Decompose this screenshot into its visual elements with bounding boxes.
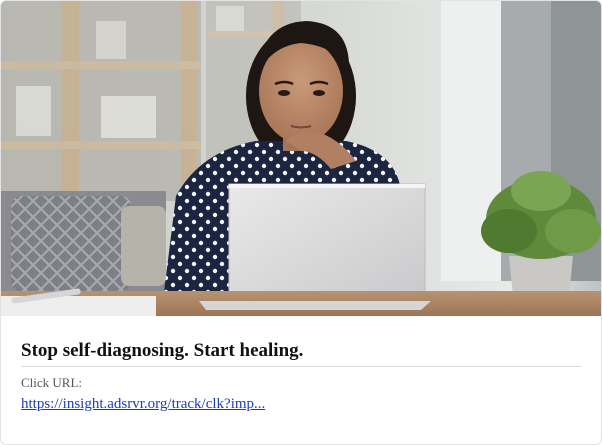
- ad-body: Stop self-diagnosing. Start healing. Cli…: [21, 340, 581, 413]
- click-url-label: Click URL:: [21, 375, 83, 390]
- woman-at-laptop-photo: [1, 1, 601, 316]
- ad-headline[interactable]: Stop self-diagnosing. Start healing.: [21, 340, 581, 367]
- ad-card: Stop self-diagnosing. Start healing. Cli…: [0, 0, 602, 445]
- click-url-link[interactable]: https://insight.adsrvr.org/track/clk?imp…: [21, 395, 265, 413]
- ad-hero-image[interactable]: [1, 1, 601, 316]
